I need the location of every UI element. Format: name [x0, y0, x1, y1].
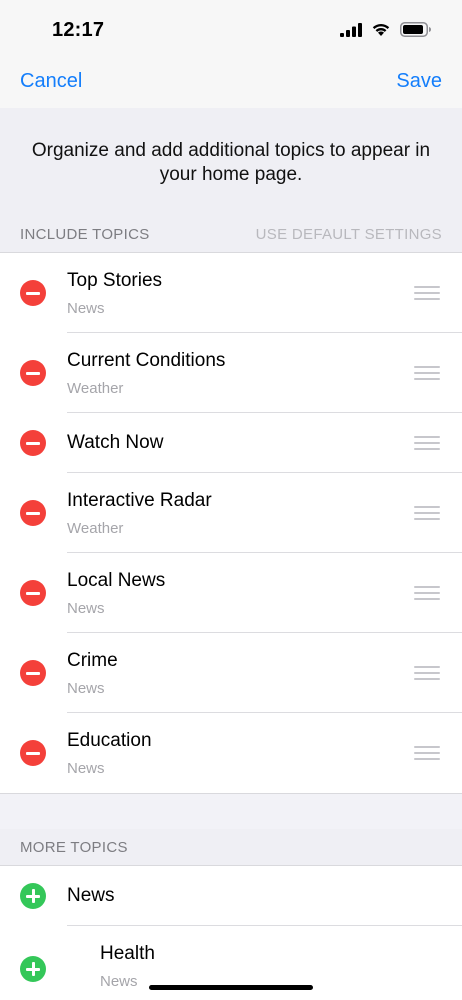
remove-icon[interactable]: [20, 500, 46, 526]
reorder-handle-icon[interactable]: [414, 436, 440, 450]
list-item-news[interactable]: News: [0, 866, 462, 926]
topic-title: Top Stories: [67, 270, 163, 291]
more-topics-title: MORE TOPICS: [20, 839, 128, 856]
reorder-handle-icon[interactable]: [414, 666, 440, 680]
intro-panel: Organize and add additional topics to ap…: [0, 108, 462, 216]
topic-title: Health: [100, 943, 155, 964]
more-topics-header: MORE TOPICS: [0, 829, 462, 865]
list-item-crime[interactable]: Crime News: [0, 633, 462, 713]
wifi-icon: [372, 23, 390, 36]
topic-title: Education: [67, 730, 152, 751]
add-icon[interactable]: [20, 956, 46, 982]
remove-icon[interactable]: [20, 660, 46, 686]
intro-text: Organize and add additional topics to ap…: [31, 140, 431, 185]
topic-category: News: [67, 680, 105, 697]
remove-icon[interactable]: [20, 580, 46, 606]
topic-category: News: [100, 973, 138, 990]
use-default-settings-button[interactable]: USE DEFAULT SETTINGS: [256, 226, 442, 243]
reorder-handle-icon[interactable]: [414, 746, 440, 760]
list-item-education[interactable]: Education News: [0, 713, 462, 793]
add-icon[interactable]: [20, 883, 46, 909]
list-item-current-conditions[interactable]: Current Conditions Weather: [0, 333, 462, 413]
reorder-handle-icon[interactable]: [414, 366, 440, 380]
remove-icon[interactable]: [20, 740, 46, 766]
list-item-local-news[interactable]: Local News News: [0, 553, 462, 633]
cellular-signal-icon: [340, 22, 362, 37]
status-icons: [340, 22, 432, 37]
topic-title: Interactive Radar: [67, 490, 212, 511]
topic-category: News: [67, 300, 105, 317]
nav-bar: Cancel Save: [0, 58, 462, 108]
topic-category: Weather: [67, 520, 124, 537]
include-topics-header: INCLUDE TOPICS USE DEFAULT SETTINGS: [0, 216, 462, 252]
topic-title: Crime: [67, 650, 118, 671]
remove-icon[interactable]: [20, 280, 46, 306]
battery-icon: [400, 22, 431, 37]
status-bar: 12:17: [0, 0, 462, 58]
remove-icon[interactable]: [20, 360, 46, 386]
reorder-handle-icon[interactable]: [414, 586, 440, 600]
include-topics-title: INCLUDE TOPICS: [20, 226, 150, 243]
remove-icon[interactable]: [20, 430, 46, 456]
topic-category: News: [67, 600, 105, 617]
topic-title: Local News: [67, 570, 166, 591]
reorder-handle-icon[interactable]: [414, 286, 440, 300]
cancel-button[interactable]: Cancel: [20, 70, 82, 93]
topic-category: News: [67, 760, 105, 777]
topic-title: Watch Now: [67, 432, 164, 453]
topic-category: Weather: [67, 380, 124, 397]
status-time: 12:17: [52, 19, 105, 41]
list-item-watch-now[interactable]: Watch Now: [0, 413, 462, 473]
more-topics-list: News Health News: [0, 865, 462, 1000]
topic-title: News: [67, 885, 115, 906]
home-indicator[interactable]: [149, 985, 313, 990]
include-topics-list: Top Stories News Current Conditions Weat…: [0, 252, 462, 794]
list-item-top-stories[interactable]: Top Stories News: [0, 253, 462, 333]
topic-title: Current Conditions: [67, 350, 226, 371]
list-item-interactive-radar[interactable]: Interactive Radar Weather: [0, 473, 462, 553]
save-button[interactable]: Save: [396, 70, 442, 93]
reorder-handle-icon[interactable]: [414, 506, 440, 520]
